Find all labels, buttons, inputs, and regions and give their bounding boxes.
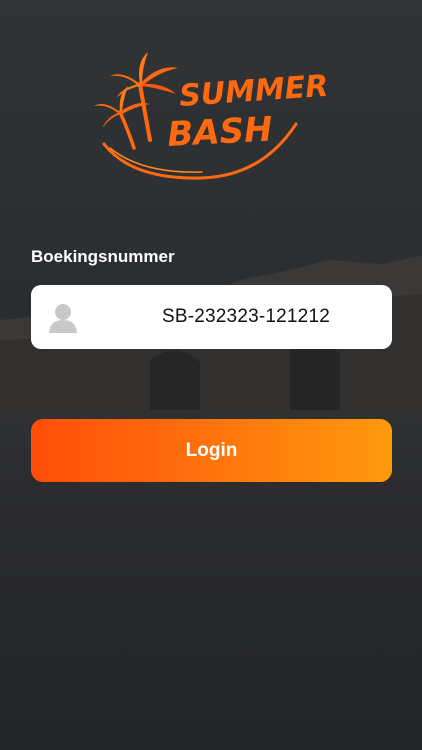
booking-number-value[interactable]: SB-232323-121212 bbox=[111, 285, 381, 349]
user-icon bbox=[49, 304, 77, 333]
booking-number-label: Boekingsnummer bbox=[31, 247, 175, 266]
logo-line2: BASH bbox=[166, 110, 273, 155]
booking-number-field[interactable]: SB-232323-121212 bbox=[31, 285, 392, 349]
login-button[interactable]: Login bbox=[31, 419, 392, 482]
logo-line1: SUMMER bbox=[178, 69, 329, 114]
summer-bash-logo: SUMMER BASH bbox=[94, 52, 329, 180]
